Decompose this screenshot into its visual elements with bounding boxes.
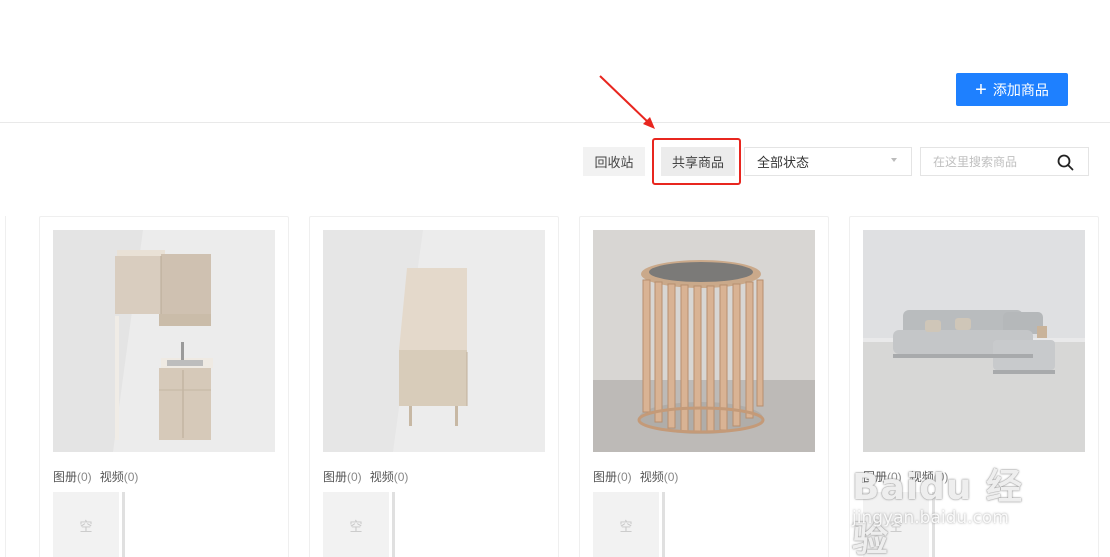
empty-media-placeholder: 空 <box>323 492 389 557</box>
product-image-round-side-table[interactable] <box>593 230 815 452</box>
product-media-counts: 图册(0) 视频(0) <box>53 470 139 484</box>
status-select-value: 全部状态 <box>757 155 810 170</box>
header-divider <box>0 122 1110 123</box>
search-box <box>920 147 1089 176</box>
chevron-down-icon <box>891 158 897 162</box>
product-card[interactable]: 图册(0) 视频(0) 空 <box>309 216 559 557</box>
empty-media-placeholder: 空 <box>593 492 659 557</box>
search-input[interactable] <box>921 148 1051 175</box>
recycle-bin-button[interactable]: 回收站 <box>583 147 645 176</box>
product-card[interactable]: 图册(0) 视频(0) 空 <box>849 216 1099 557</box>
media-strip-divider <box>932 492 935 557</box>
product-image-kitchen-cabinet[interactable] <box>53 230 275 452</box>
plus-icon: + <box>975 78 987 101</box>
product-media-counts: 图册(0) 视频(0) <box>593 470 679 484</box>
product-media-counts: 图册(0) 视频(0) <box>863 470 949 484</box>
media-strip-divider <box>392 492 395 557</box>
product-card[interactable]: 图册(0) 视频(0) 空 <box>39 216 289 557</box>
shared-products-button[interactable]: 共享商品 <box>661 147 735 176</box>
empty-media-placeholder: 空 <box>863 492 929 557</box>
product-management-page: + 添加商品 回收站 共享商品 全部状态 在这里搜索商品 图册(0) 视频(0)… <box>0 0 1110 557</box>
product-card-partial <box>0 216 6 557</box>
product-image-sideboard[interactable] <box>323 230 545 452</box>
empty-media-placeholder: 空 <box>53 492 119 557</box>
add-product-button[interactable]: + 添加商品 <box>956 73 1068 106</box>
annotation-arrow <box>599 75 655 129</box>
media-strip-divider <box>122 492 125 557</box>
search-icon[interactable] <box>1057 154 1074 171</box>
status-select[interactable]: 全部状态 <box>744 147 912 176</box>
media-strip-divider <box>662 492 665 557</box>
product-card[interactable]: 图册(0) 视频(0) 空 <box>579 216 829 557</box>
product-image-sectional-sofa[interactable] <box>863 230 1085 452</box>
product-media-counts: 图册(0) 视频(0) <box>323 470 409 484</box>
add-product-label: 添加商品 <box>992 81 1049 98</box>
